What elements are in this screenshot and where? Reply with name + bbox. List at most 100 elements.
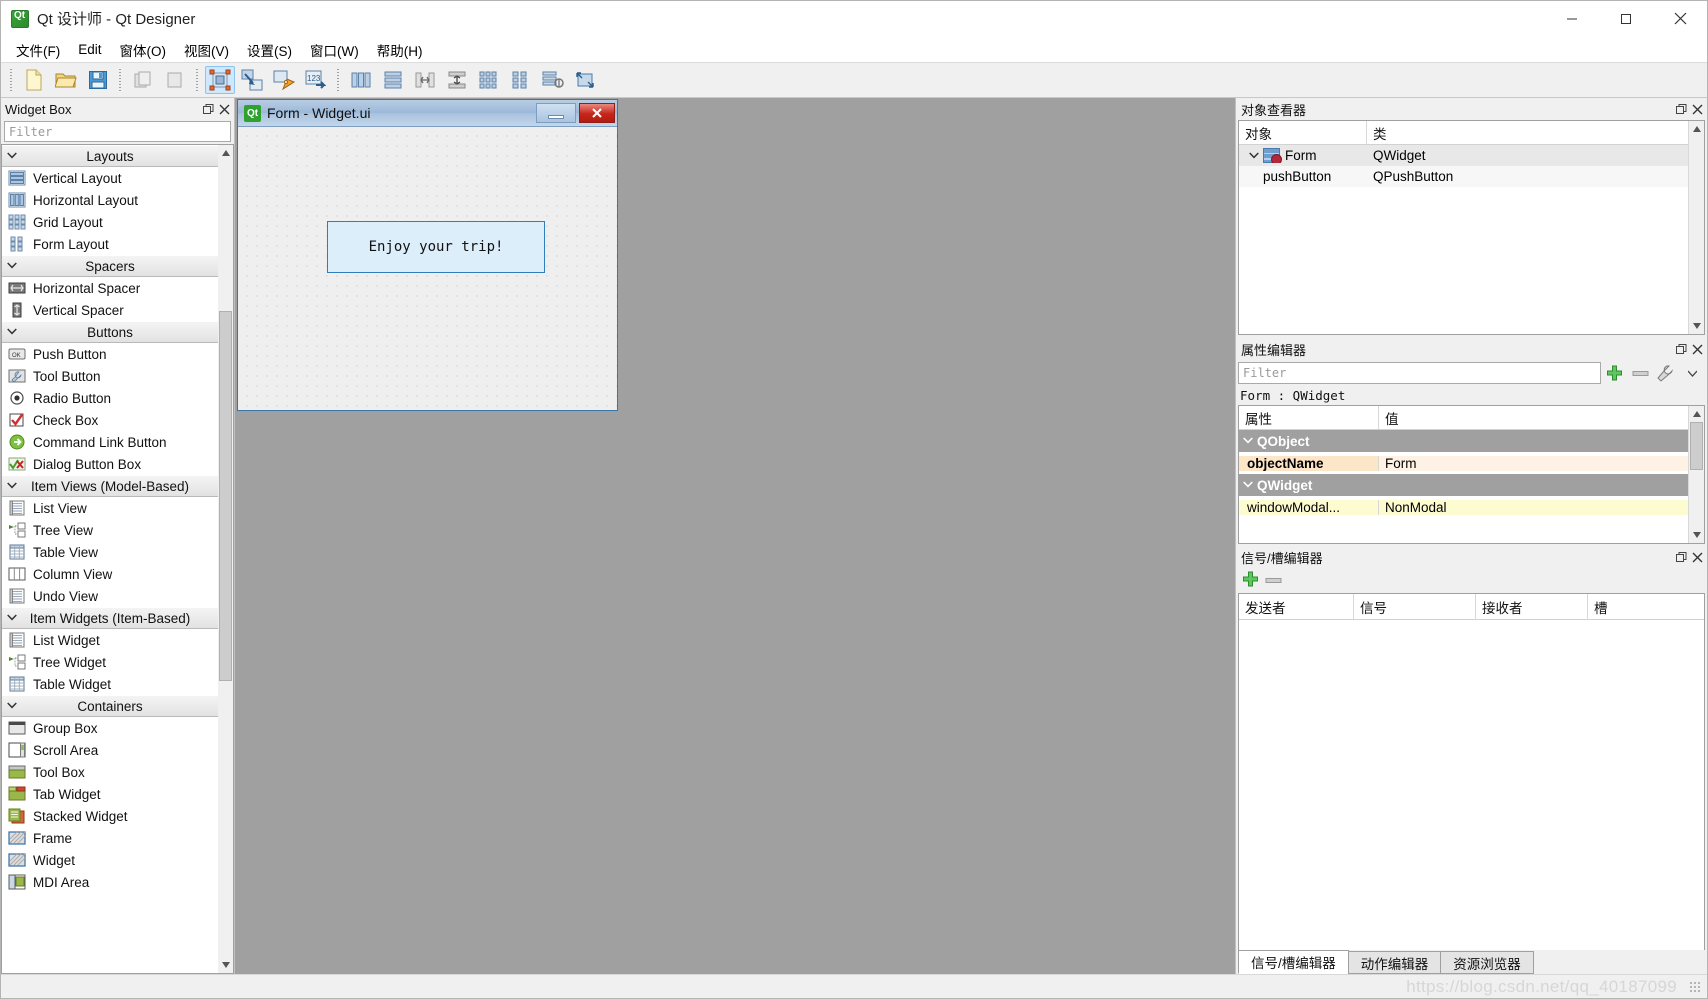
widget-box-list[interactable]: Layouts Vertical Layout Horizontal Layout G…	[1, 144, 218, 974]
remove-minus-icon[interactable]	[1265, 573, 1282, 588]
widget-item-list-widget[interactable]: List Widget	[2, 629, 218, 651]
float-icon[interactable]	[1673, 341, 1689, 357]
toolbar-grip-3[interactable]	[194, 69, 201, 91]
layout-horizontally-button[interactable]	[346, 66, 376, 94]
widget-item-tab-widget[interactable]: Tab Widget	[2, 783, 218, 805]
window-maximize-button[interactable]	[1599, 1, 1653, 37]
object-inspector-scrollbar[interactable]	[1688, 121, 1704, 334]
column-header-slot[interactable]: 槽	[1588, 594, 1704, 619]
widget-item-horizontal-spacer[interactable]: Horizontal Spacer	[2, 277, 218, 299]
widget-item-tree-view[interactable]: Tree View	[2, 519, 218, 541]
menu-view[interactable]: 视图(V)	[175, 37, 238, 63]
edit-signals-slots-button[interactable]	[237, 66, 267, 94]
widget-item-command-link-button[interactable]: Command Link Button	[2, 431, 218, 453]
toolbar-grip[interactable]	[8, 69, 15, 91]
float-icon[interactable]	[1673, 549, 1689, 565]
close-icon[interactable]	[1689, 101, 1705, 117]
toolbar-grip-2[interactable]	[117, 69, 124, 91]
widget-item-push-button[interactable]: OK Push Button	[2, 343, 218, 365]
window-minimize-button[interactable]	[1545, 1, 1599, 37]
edit-buddies-button[interactable]	[269, 66, 299, 94]
redo-button[interactable]	[160, 66, 190, 94]
widget-item-vertical-layout[interactable]: Vertical Layout	[2, 167, 218, 189]
widget-item-tool-button[interactable]: Tool Button	[2, 365, 218, 387]
widget-item-grid-layout[interactable]: Grid Layout	[2, 211, 218, 233]
property-editor-scrollbar[interactable]	[1688, 406, 1704, 543]
widget-category-buttons[interactable]: Buttons	[2, 321, 218, 343]
adjust-size-button[interactable]	[570, 66, 600, 94]
column-header-value[interactable]: 值	[1379, 406, 1688, 429]
remove-minus-icon[interactable]	[1627, 362, 1653, 384]
menu-window[interactable]: 窗口(W)	[301, 37, 368, 63]
open-form-button[interactable]	[51, 66, 81, 94]
widget-item-tool-box[interactable]: Tool Box	[2, 761, 218, 783]
form-window[interactable]: Qt Form - Widget.ui Enjoy your trip!	[237, 99, 618, 411]
layout-form-button[interactable]	[506, 66, 536, 94]
layout-vertically-button[interactable]	[378, 66, 408, 94]
menu-help[interactable]: 帮助(H)	[368, 37, 432, 63]
property-group-row[interactable]: QWidget	[1239, 474, 1688, 496]
widget-item-table-widget[interactable]: Table Widget	[2, 673, 218, 695]
property-row[interactable]: windowModal... NonModal	[1239, 496, 1688, 518]
property-row[interactable]: objectName Form	[1239, 452, 1688, 474]
menu-settings[interactable]: 设置(S)	[238, 37, 301, 63]
new-form-button[interactable]	[19, 66, 49, 94]
close-icon[interactable]	[216, 101, 232, 117]
form-window-titlebar[interactable]: Qt Form - Widget.ui	[238, 100, 617, 127]
column-header-receiver[interactable]: 接收者	[1476, 594, 1588, 619]
widget-category-layouts[interactable]: Layouts	[2, 145, 218, 167]
widget-item-tree-widget[interactable]: Tree Widget	[2, 651, 218, 673]
widget-item-horizontal-layout[interactable]: Horizontal Layout	[2, 189, 218, 211]
widget-item-stacked-widget[interactable]: Stacked Widget	[2, 805, 218, 827]
widget-item-frame[interactable]: Frame	[2, 827, 218, 849]
edit-tab-order-button[interactable]: 123	[301, 66, 331, 94]
scrollbar-track[interactable]	[1689, 422, 1704, 527]
scroll-down-icon[interactable]	[218, 957, 233, 973]
menu-edit[interactable]: Edit	[69, 39, 110, 60]
scroll-down-icon[interactable]	[1689, 527, 1704, 543]
float-icon[interactable]	[200, 101, 216, 117]
widget-item-scroll-area[interactable]: Scroll Area	[2, 739, 218, 761]
window-close-button[interactable]	[1653, 1, 1707, 37]
widget-item-column-view[interactable]: Column View	[2, 563, 218, 585]
save-form-button[interactable]	[83, 66, 113, 94]
splitter-vertical-button[interactable]	[442, 66, 472, 94]
scroll-up-icon[interactable]	[218, 145, 233, 161]
widget-item-mdi-area[interactable]: MDI Area	[2, 871, 218, 893]
scrollbar-thumb[interactable]	[219, 311, 232, 681]
widget-item-dialog-button-box[interactable]: Dialog Button Box	[2, 453, 218, 475]
menu-file[interactable]: 文件(F)	[7, 37, 69, 63]
property-group-row[interactable]: QObject	[1239, 430, 1688, 452]
widget-item-table-view[interactable]: Table View	[2, 541, 218, 563]
scrollbar-track[interactable]	[218, 161, 233, 957]
widget-item-vertical-spacer[interactable]: Vertical Spacer	[2, 299, 218, 321]
add-plus-icon[interactable]	[1601, 362, 1627, 384]
column-header-class[interactable]: 类	[1367, 121, 1688, 144]
form-canvas[interactable]: Enjoy your trip!	[238, 127, 617, 410]
tab-action-editor[interactable]: 动作编辑器	[1347, 951, 1442, 974]
chevron-down-icon[interactable]	[1679, 362, 1705, 384]
widget-item-list-view[interactable]: List View	[2, 497, 218, 519]
property-value-cell[interactable]: Form	[1379, 455, 1688, 471]
add-plus-icon[interactable]	[1242, 571, 1259, 591]
column-header-property[interactable]: 属性	[1239, 406, 1379, 429]
widget-box-scrollbar[interactable]	[218, 144, 234, 974]
push-button-widget[interactable]: Enjoy your trip!	[327, 221, 545, 273]
column-header-sender[interactable]: 发送者	[1239, 594, 1354, 619]
resize-grip[interactable]	[1689, 980, 1701, 993]
object-tree-row[interactable]: pushButton QPushButton	[1239, 166, 1688, 187]
chevron-down-icon[interactable]	[1245, 150, 1263, 162]
widget-box-filter-input[interactable]: Filter	[4, 121, 231, 142]
object-tree-row[interactable]: Form QWidget	[1239, 145, 1688, 166]
widget-item-radio-button[interactable]: Radio Button	[2, 387, 218, 409]
widget-category-containers[interactable]: Containers	[2, 695, 218, 717]
column-header-signal[interactable]: 信号	[1354, 594, 1476, 619]
property-editor-table[interactable]: 属性 值 QObject objectName Form QWidget windowM…	[1238, 405, 1705, 544]
scrollbar-thumb[interactable]	[1690, 422, 1703, 470]
widget-category-spacers[interactable]: Spacers	[2, 255, 218, 277]
property-filter-input[interactable]: Filter	[1238, 362, 1601, 384]
undo-button[interactable]	[128, 66, 158, 94]
close-icon[interactable]	[1689, 549, 1705, 565]
widget-item-widget[interactable]: Widget	[2, 849, 218, 871]
float-icon[interactable]	[1673, 101, 1689, 117]
